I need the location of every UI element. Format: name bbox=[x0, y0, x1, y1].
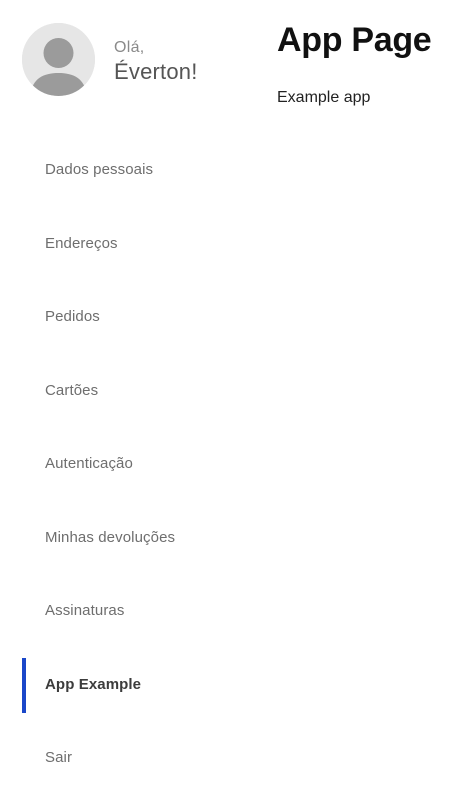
sidebar-item-assinaturas[interactable]: Assinaturas bbox=[0, 574, 260, 648]
page-title: App Page bbox=[277, 21, 432, 59]
user-silhouette-icon bbox=[22, 22, 95, 96]
account-sidebar: Olá, Éverton! Dados pessoais Endereços P… bbox=[0, 0, 260, 782]
sidebar-item-minhas-devolucoes[interactable]: Minhas devoluções bbox=[0, 501, 260, 575]
sidebar-item-dados-pessoais[interactable]: Dados pessoais bbox=[0, 133, 260, 207]
sidebar-item-enderecos[interactable]: Endereços bbox=[0, 207, 260, 281]
user-name: Éverton! bbox=[114, 59, 198, 84]
sidebar-item-app-example[interactable]: App Example bbox=[0, 648, 260, 722]
greeting: Olá, Éverton! bbox=[114, 38, 198, 86]
account-nav: Dados pessoais Endereços Pedidos Cartões… bbox=[0, 133, 260, 795]
avatar bbox=[22, 22, 95, 96]
sidebar-item-autenticacao[interactable]: Autenticação bbox=[0, 427, 260, 501]
main-content: App Page Example app bbox=[277, 20, 447, 108]
page-subtitle: Example app bbox=[277, 89, 371, 106]
sidebar-item-sair[interactable]: Sair bbox=[0, 721, 260, 795]
sidebar-item-cartoes[interactable]: Cartões bbox=[0, 354, 260, 428]
sidebar-item-pedidos[interactable]: Pedidos bbox=[0, 280, 260, 354]
greeting-hello: Olá, bbox=[114, 39, 145, 56]
user-profile: Olá, Éverton! bbox=[22, 22, 198, 96]
